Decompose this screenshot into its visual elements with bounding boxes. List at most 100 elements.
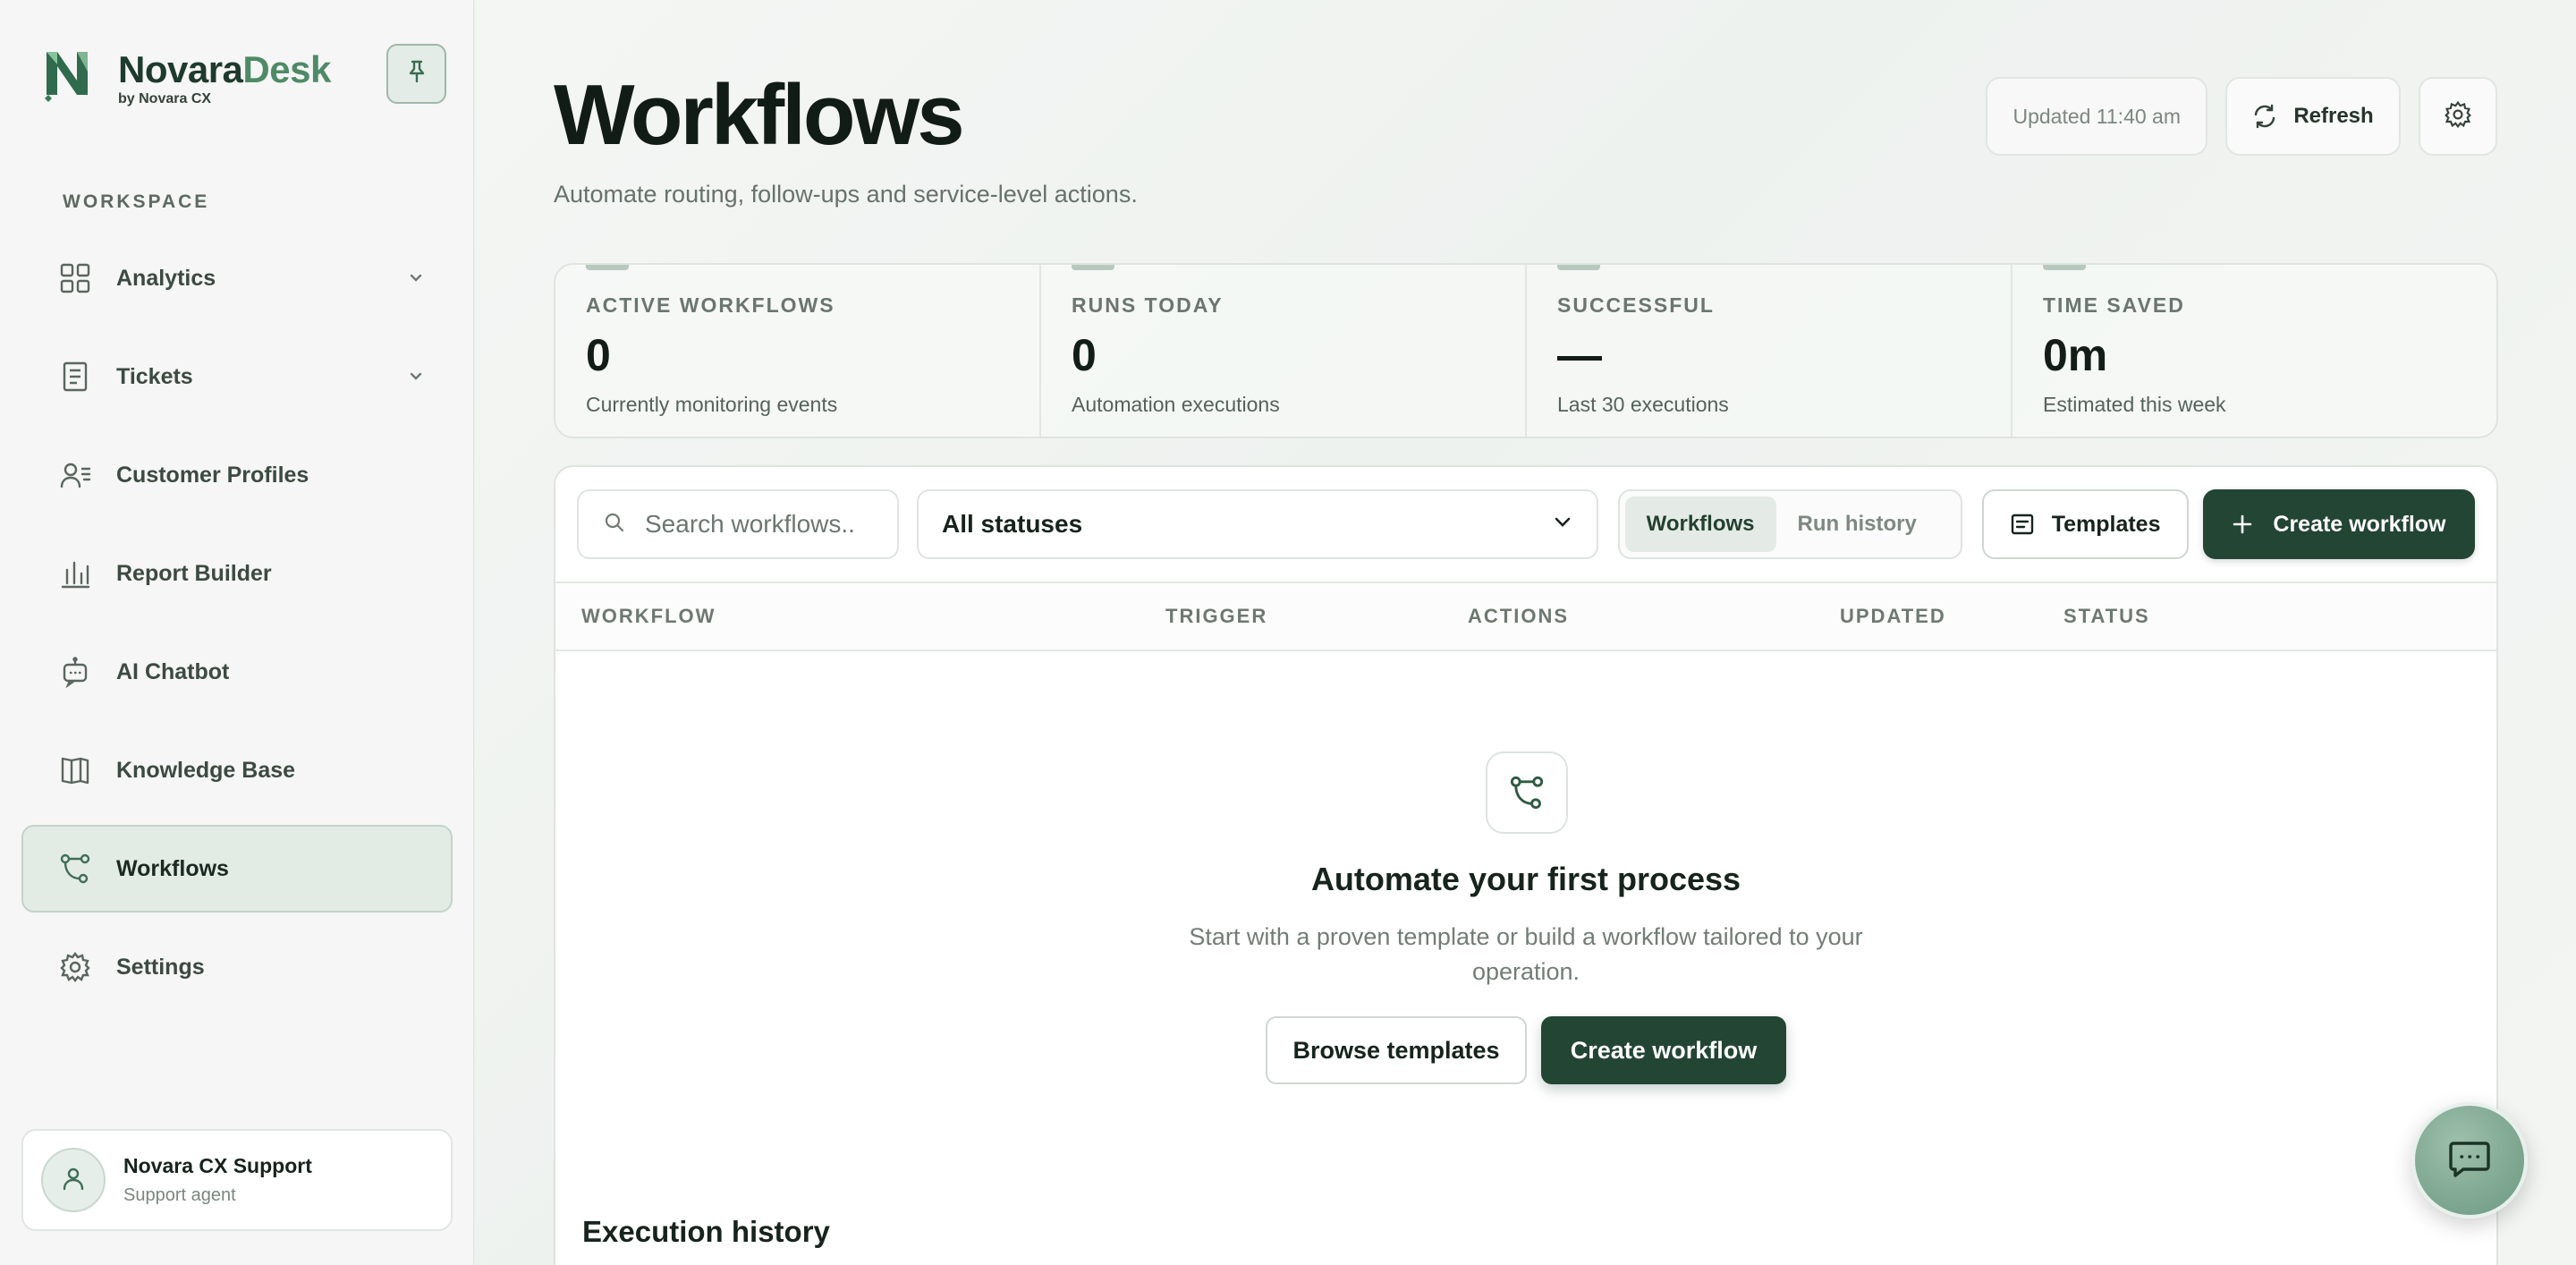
user-role: Support agent xyxy=(123,1185,236,1205)
chat-fab-button[interactable] xyxy=(2411,1102,2528,1218)
view-segmented-control: Workflows Run history xyxy=(1617,489,1963,559)
stat-description: Last 30 executions xyxy=(1557,393,1729,416)
stat-card-active-workflows: ACTIVE WORKFLOWS 0 Currently monitoring … xyxy=(555,265,1041,437)
main-content: Workflows Automate routing, follow-ups a… xyxy=(475,0,2576,1265)
column-header-workflow[interactable]: WORKFLOW xyxy=(581,605,716,628)
workflows-toolbar: All statuses Workflows Run history Templ… xyxy=(577,488,2475,560)
stat-accent-tab xyxy=(2043,265,2086,270)
workflow-icon xyxy=(57,851,93,887)
browse-templates-button[interactable]: Browse templates xyxy=(1266,1016,1527,1084)
empty-state-workflow-icon xyxy=(1486,751,1568,834)
sidebar-item-ai-chatbot[interactable]: AI Chatbot xyxy=(21,628,453,716)
user-name: Novara CX Support xyxy=(123,1154,312,1177)
document-icon xyxy=(57,359,93,395)
stat-label: RUNS TODAY xyxy=(1072,293,1224,317)
bot-icon xyxy=(57,654,93,690)
sidebar-item-label: Workflows xyxy=(116,855,229,881)
sidebar-item-knowledge-base[interactable]: Knowledge Base xyxy=(21,726,453,814)
template-icon xyxy=(2011,514,2034,535)
plus-icon xyxy=(2232,514,2253,535)
column-header-updated[interactable]: UPDATED xyxy=(1840,605,1946,628)
brand-logo-icon xyxy=(41,45,100,104)
refresh-label: Refresh xyxy=(2293,104,2374,128)
book-icon xyxy=(57,752,93,788)
brand-name: NovaraDesk xyxy=(118,48,331,90)
chevron-down-icon xyxy=(1552,510,1573,539)
sidebar-item-customer-profiles[interactable]: Customer Profiles xyxy=(21,431,453,519)
search-icon xyxy=(604,512,625,538)
refresh-button[interactable]: Refresh xyxy=(2225,77,2401,156)
tab-run-history[interactable]: Run history xyxy=(1776,497,1938,552)
gear-icon xyxy=(2444,100,2472,133)
empty-state-actions: Browse templates Create workflow xyxy=(555,1016,2496,1084)
header-actions: Updated 11:40 am Refresh xyxy=(1986,77,2497,156)
sidebar: NovaraDesk by Novara CX WORKSPACE Analyt… xyxy=(0,0,474,1265)
sidebar-item-label: AI Chatbot xyxy=(116,658,230,684)
create-workflow-label: Create workflow xyxy=(2273,511,2446,537)
stat-accent-tab xyxy=(586,265,629,270)
settings-button[interactable] xyxy=(2419,77,2497,156)
stat-accent-tab xyxy=(1557,265,1600,270)
page-subtitle: Automate routing, follow-ups and service… xyxy=(554,181,1138,208)
chevron-down-icon[interactable] xyxy=(408,368,424,388)
grid-icon xyxy=(57,260,93,296)
empty-state-title: Automate your first process xyxy=(1310,861,1741,897)
chat-bubble-icon xyxy=(2445,1134,2494,1187)
templates-button[interactable]: Templates xyxy=(1982,489,2189,559)
user-icon xyxy=(60,1165,87,1196)
stat-card-runs-today: RUNS TODAY 0 Automation executions xyxy=(1041,265,1527,437)
stat-description: Currently monitoring events xyxy=(586,393,838,416)
chevron-down-icon[interactable] xyxy=(408,269,424,290)
pin-icon xyxy=(406,59,428,89)
empty-state-description: Start with a proven template or build a … xyxy=(1189,923,1863,985)
column-header-actions[interactable]: ACTIONS xyxy=(1468,605,1569,628)
brand-subtitle: by Novara CX xyxy=(118,91,212,106)
refresh-icon xyxy=(2252,104,2277,129)
stat-label: ACTIVE WORKFLOWS xyxy=(586,293,835,317)
sidebar-item-analytics[interactable]: Analytics xyxy=(21,234,453,322)
search-input[interactable] xyxy=(645,510,869,539)
stat-value: 0m xyxy=(2043,330,2108,380)
execution-history-heading: Execution history xyxy=(582,1215,830,1248)
stat-value: — xyxy=(1557,330,1602,380)
sidebar-item-label: Analytics xyxy=(116,265,216,291)
empty-create-workflow-button[interactable]: Create workflow xyxy=(1541,1016,1786,1084)
stat-value: 0 xyxy=(1072,330,1097,380)
sidebar-item-label: Customer Profiles xyxy=(116,462,309,488)
table-header: WORKFLOW TRIGGER ACTIONS UPDATED STATUS xyxy=(555,582,2496,651)
sidebar-item-workflows[interactable]: Workflows xyxy=(21,825,453,913)
sidebar-item-settings[interactable]: Settings xyxy=(21,923,453,1011)
sidebar-item-tickets[interactable]: Tickets xyxy=(21,333,453,420)
workspace-section-label: WORKSPACE xyxy=(63,191,210,212)
create-workflow-button[interactable]: Create workflow xyxy=(2202,489,2475,559)
stats-row: ACTIVE WORKFLOWS 0 Currently monitoring … xyxy=(554,263,2498,438)
workflows-panel: All statuses Workflows Run history Templ… xyxy=(554,465,2498,1265)
stat-accent-tab xyxy=(1072,265,1114,270)
avatar xyxy=(41,1148,106,1212)
users-list-icon xyxy=(57,457,93,493)
gear-icon xyxy=(57,949,93,985)
sidebar-nav: Analytics Tickets Customer Profiles Repo… xyxy=(21,234,453,1022)
pin-sidebar-button[interactable] xyxy=(386,44,446,104)
updated-timestamp: Updated 11:40 am xyxy=(1986,77,2207,156)
sidebar-item-label: Report Builder xyxy=(116,560,272,586)
sidebar-item-label: Settings xyxy=(116,954,205,980)
tab-workflows[interactable]: Workflows xyxy=(1624,497,1776,552)
sidebar-item-report-builder[interactable]: Report Builder xyxy=(21,530,453,617)
stat-description: Automation executions xyxy=(1072,393,1280,416)
page-title: Workflows xyxy=(554,67,965,163)
search-box[interactable] xyxy=(577,489,899,559)
column-header-status[interactable]: STATUS xyxy=(2063,605,2150,628)
status-filter-select[interactable]: All statuses xyxy=(916,489,1598,559)
stat-value: 0 xyxy=(586,330,611,380)
stat-label: TIME SAVED xyxy=(2043,293,2185,317)
stat-card-time-saved: TIME SAVED 0m Estimated this week xyxy=(2012,265,2496,437)
user-profile-card[interactable]: Novara CX Support Support agent xyxy=(21,1129,453,1231)
stat-description: Estimated this week xyxy=(2043,393,2226,416)
status-filter-value: All statuses xyxy=(941,510,1083,538)
column-header-trigger[interactable]: TRIGGER xyxy=(1165,605,1267,628)
stat-label: SUCCESSFUL xyxy=(1557,293,1715,317)
brand[interactable]: NovaraDesk by Novara CX xyxy=(41,45,331,107)
sidebar-item-label: Tickets xyxy=(116,363,193,389)
sidebar-item-label: Knowledge Base xyxy=(116,757,296,783)
